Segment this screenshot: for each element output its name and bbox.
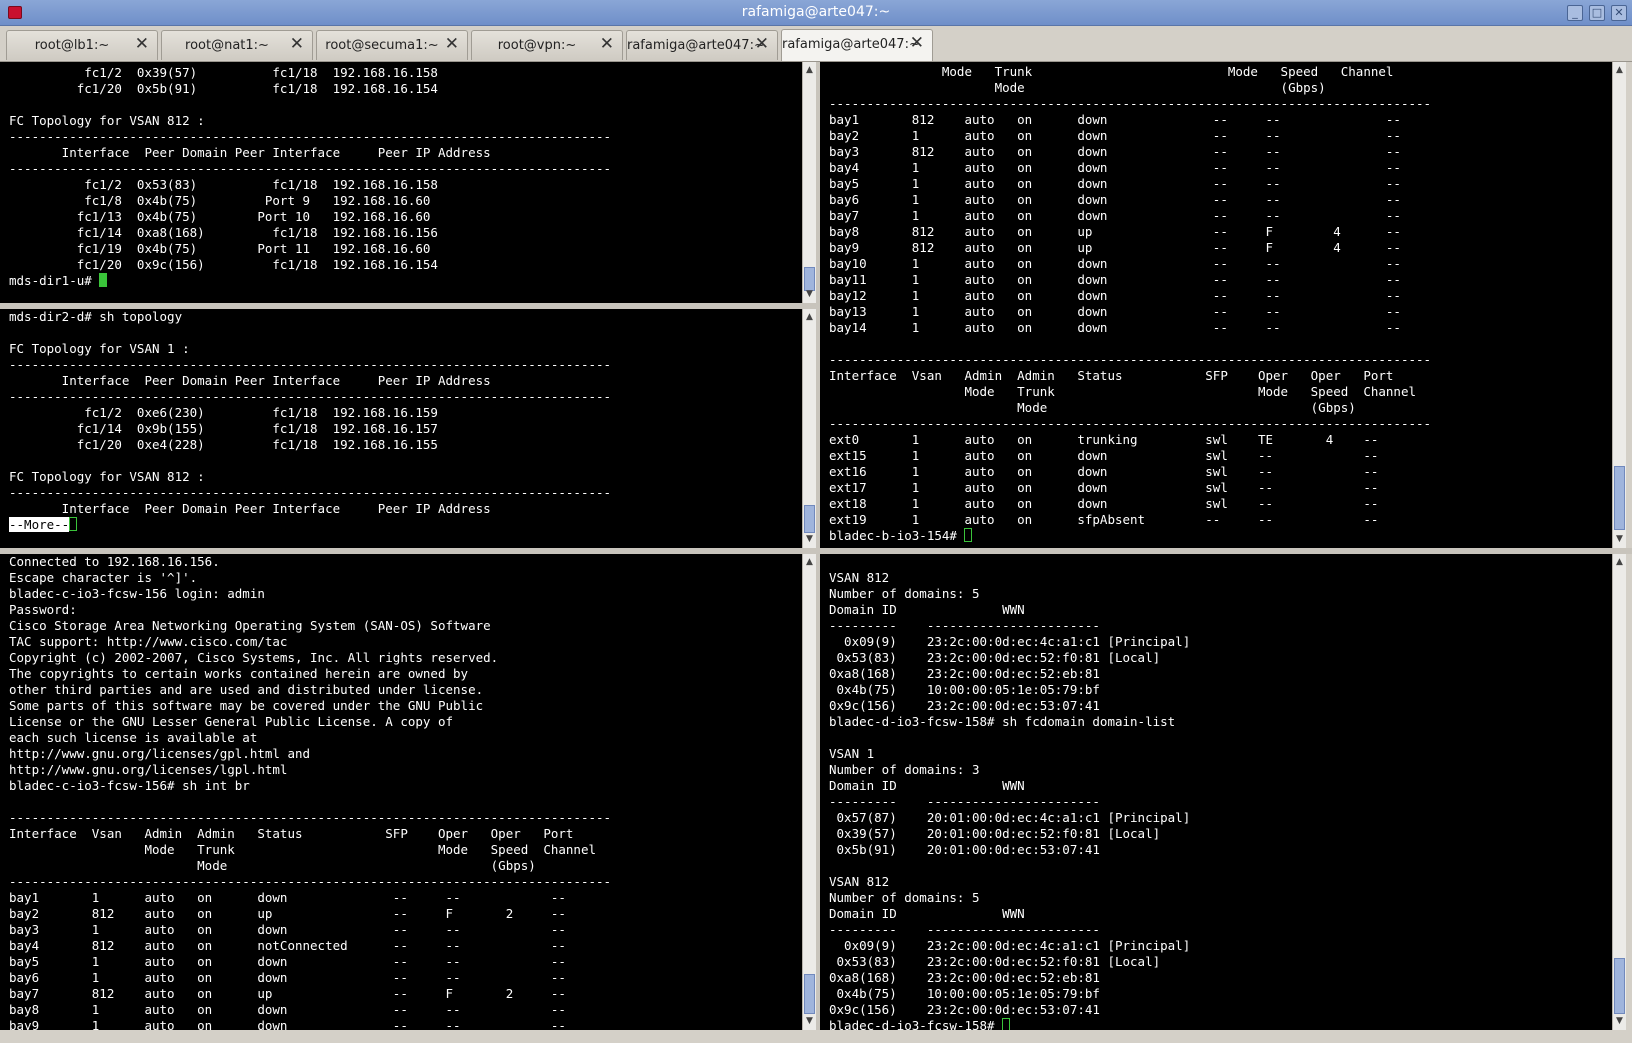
tab-label: rafamiga@arte047:~ [627,38,765,53]
tab-root-lb1[interactable]: root@lb1:~ ✕ [6,30,158,60]
terminal-pane-middle-left[interactable]: mds-dir2-d# sh topology FC Topology for … [0,309,802,548]
scroll-down-icon[interactable]: ▼ [803,288,816,301]
tab-close-icon[interactable]: ✕ [290,36,304,53]
scroll-up-icon[interactable]: ▲ [803,556,816,569]
tab-close-icon[interactable]: ✕ [135,36,149,53]
window-bottom-border [0,1030,1632,1043]
tab-close-icon[interactable]: ✕ [910,35,924,52]
shell-prompt: bladec-d-io3-fcsw-158# [829,1018,1003,1030]
scrollbar-middle-left[interactable]: ▲ ▼ [802,309,816,548]
scroll-down-icon[interactable]: ▼ [803,1015,816,1028]
tab-bar: root@lb1:~ ✕ root@nat1:~ ✕ root@secuma1:… [0,26,1632,62]
scroll-down-icon[interactable]: ▼ [1613,533,1626,546]
scroll-thumb[interactable] [804,505,815,533]
scroll-thumb[interactable] [1614,466,1625,530]
tab-label: rafamiga@arte047:~ [782,37,920,52]
scrollbar-top-left[interactable]: ▲ ▼ [802,62,816,303]
tab-label: root@secuma1:~ [325,38,439,53]
terminal-cursor [99,273,108,287]
more-prompt: --More-- [9,517,70,532]
terminal-output: Mode Trunk Mode Speed Channel Mode (Gbps… [829,64,1432,527]
maximize-icon[interactable]: □ [1589,5,1605,21]
tab-close-icon[interactable]: ✕ [600,36,614,53]
scroll-thumb[interactable] [804,974,815,1014]
window-title: rafamiga@arte047:~ [741,4,891,20]
terminal-output: fc1/2 0x39(57) fc1/18 192.168.16.158 fc1… [9,65,612,272]
shell-prompt: bladec-b-io3-154# [829,528,965,543]
tab-root-vpn[interactable]: root@vpn:~ ✕ [471,30,623,60]
tab-close-icon[interactable]: ✕ [755,36,769,53]
minimize-icon[interactable]: _ [1567,5,1583,21]
scroll-thumb[interactable] [1614,958,1625,1014]
tab-root-secuma1[interactable]: root@secuma1:~ ✕ [316,30,468,60]
scrollbar-bottom-right[interactable]: ▲ ▼ [1612,554,1626,1030]
scrollbar-bottom-left[interactable]: ▲ ▼ [802,554,816,1030]
terminal-cursor [69,517,78,531]
scroll-up-icon[interactable]: ▲ [803,64,816,77]
scroll-up-icon[interactable]: ▲ [1613,64,1626,77]
terminal-pane-top-right[interactable]: Mode Trunk Mode Speed Channel Mode (Gbps… [820,62,1612,548]
terminal-cursor [1002,1018,1011,1030]
terminal-pane-bottom-left[interactable]: Connected to 192.168.16.156. Escape char… [0,554,802,1030]
terminal-pane-top-left[interactable]: fc1/2 0x39(57) fc1/18 192.168.16.158 fc1… [0,62,802,303]
close-window-icon[interactable]: ✕ [1611,5,1627,21]
terminal-output: Connected to 192.168.16.156. Escape char… [9,554,612,1030]
scroll-down-icon[interactable]: ▼ [803,533,816,546]
scroll-down-icon[interactable]: ▼ [1613,1015,1626,1028]
window-titlebar: rafamiga@arte047:~ _ □ ✕ [0,0,1632,26]
tab-rafamiga-arte047-2[interactable]: rafamiga@arte047:~ ✕ [781,29,933,61]
shell-prompt: mds-dir1-u# [9,273,100,288]
tab-root-nat1[interactable]: root@nat1:~ ✕ [161,30,313,60]
terminal-output: VSAN 812 Number of domains: 5 Domain ID … [829,570,1191,1017]
terminal-cursor [964,528,973,542]
scrollbar-top-right[interactable]: ▲ ▼ [1612,62,1626,548]
scroll-up-icon[interactable]: ▲ [803,311,816,324]
tab-label: root@vpn:~ [497,38,577,53]
scroll-up-icon[interactable]: ▲ [1613,556,1626,569]
tab-label: root@nat1:~ [185,38,269,53]
terminal-output: mds-dir2-d# sh topology FC Topology for … [9,309,612,516]
terminal-pane-bottom-right[interactable]: VSAN 812 Number of domains: 5 Domain ID … [820,554,1612,1030]
tab-rafamiga-arte047-1[interactable]: rafamiga@arte047:~ ✕ [626,30,778,60]
tab-label: root@lb1:~ [34,38,110,53]
tab-close-icon[interactable]: ✕ [445,36,459,53]
